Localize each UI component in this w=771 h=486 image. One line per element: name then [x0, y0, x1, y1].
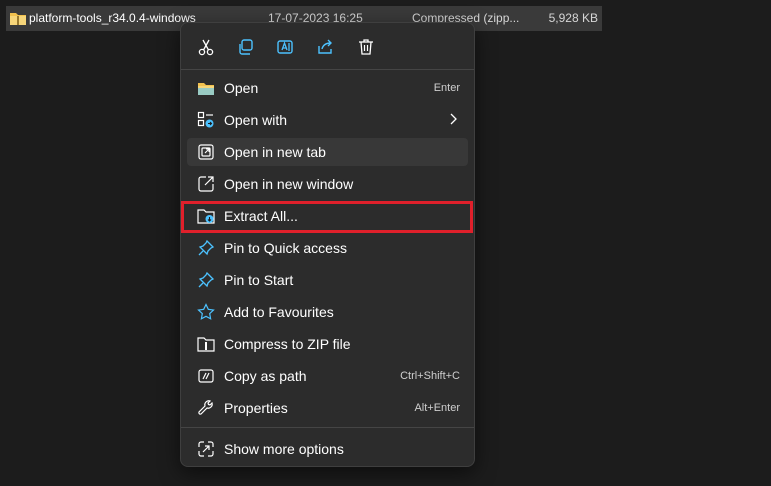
menu-item-label: Open: [224, 80, 259, 96]
menu-item-label: Pin to Quick access: [224, 240, 347, 256]
rename-icon: [277, 40, 293, 54]
rename-button[interactable]: [272, 34, 298, 60]
share-button[interactable]: [312, 34, 338, 60]
menu-item-label: Show more options: [224, 441, 344, 457]
more-options-icon: [197, 440, 215, 458]
pin-icon: [197, 239, 215, 257]
chevron-right-icon: [448, 112, 458, 126]
quick-action-bar: [181, 23, 474, 69]
share-icon: [318, 39, 332, 54]
menu-item-label: Copy as path: [224, 368, 307, 384]
menu-item-open-new-window[interactable]: Open in new window: [187, 170, 468, 198]
new-tab-icon: [197, 143, 215, 161]
menu-item-pin-start[interactable]: Pin to Start: [187, 266, 468, 294]
copy-button[interactable]: [232, 34, 258, 60]
wrench-icon: [197, 399, 215, 417]
menu-item-shortcut: Alt+Enter: [414, 402, 460, 414]
star-icon: [197, 303, 215, 321]
menu-item-label: Open in new tab: [224, 144, 326, 160]
menu-item-shortcut: Ctrl+Shift+C: [400, 370, 460, 382]
extract-icon: [197, 207, 215, 225]
menu-item-label: Extract All...: [224, 208, 298, 224]
menu-item-label: Properties: [224, 400, 288, 416]
menu-item-copy-path[interactable]: Copy as path Ctrl+Shift+C: [187, 362, 468, 390]
menu-item-open-with[interactable]: Open with: [187, 106, 468, 134]
cut-button[interactable]: [193, 34, 219, 60]
menu-item-label: Add to Favourites: [224, 304, 334, 320]
context-menu: Open Enter Open with Open in new tab Ope…: [180, 22, 475, 467]
menu-item-properties[interactable]: Properties Alt+Enter: [187, 394, 468, 422]
menu-item-compress-zip[interactable]: Compress to ZIP file: [187, 330, 468, 358]
menu-separator: [181, 427, 474, 428]
folder-icon: [197, 79, 215, 97]
delete-button[interactable]: [353, 34, 379, 60]
menu-item-label: Open in new window: [224, 176, 354, 192]
menu-item-shortcut: Enter: [433, 82, 460, 94]
copy-icon: [239, 39, 253, 55]
file-name: platform-tools_r34.0.4-windows: [29, 11, 196, 25]
trash-icon: [359, 39, 373, 55]
menu-item-extract-all[interactable]: Extract All...: [187, 202, 468, 230]
zip-icon: [197, 335, 215, 353]
menu-item-open[interactable]: Open Enter: [187, 74, 468, 102]
menu-item-open-new-tab[interactable]: Open in new tab: [187, 138, 468, 166]
new-window-icon: [197, 175, 215, 193]
menu-item-label: Compress to ZIP file: [224, 336, 351, 352]
menu-item-add-favourites[interactable]: Add to Favourites: [187, 298, 468, 326]
menu-item-label: Pin to Start: [224, 272, 294, 288]
zip-folder-icon: [9, 10, 27, 26]
menu-separator: [181, 69, 474, 70]
menu-item-label: Open with: [224, 112, 288, 128]
copy-path-icon: [197, 367, 215, 385]
pin-icon: [197, 271, 215, 289]
open-with-icon: [197, 111, 215, 129]
scissors-icon: [198, 39, 214, 56]
menu-item-pin-quick-access[interactable]: Pin to Quick access: [187, 234, 468, 262]
menu-item-show-more-options[interactable]: Show more options: [187, 435, 468, 463]
file-size: 5,928 KB: [548, 11, 598, 25]
